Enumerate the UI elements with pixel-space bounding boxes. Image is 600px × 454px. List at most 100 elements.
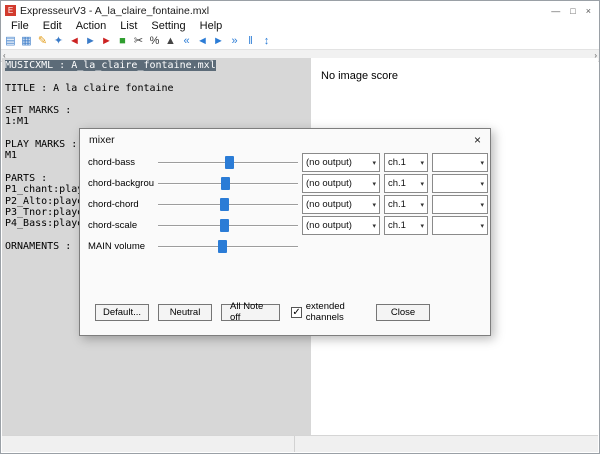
output-select[interactable]: (no output) ▾ <box>302 216 380 235</box>
chevron-down-icon: ▾ <box>480 180 484 188</box>
slider-thumb[interactable] <box>220 219 229 232</box>
pause-icon[interactable]: ‖ <box>244 34 257 49</box>
mixer-row: chord-chord (no output) ▾ch.1▾ ▾ <box>88 194 484 215</box>
output-select[interactable]: (no output) ▾ <box>302 153 380 172</box>
extra-select[interactable]: ▾ <box>432 195 488 214</box>
menu-item-list[interactable]: List <box>113 20 144 32</box>
output-select[interactable]: (no output) ▾ <box>302 195 380 214</box>
vertical-align-icon[interactable]: ↕ <box>260 34 273 49</box>
slider-thumb[interactable] <box>221 177 230 190</box>
toolbar: ▤▦✎✦◄►►■✂%▲«◄►»‖↕ <box>1 33 599 49</box>
mixer-row: chord-bass (no output) ▾ ch.1 ▾ ▾ <box>88 152 484 173</box>
menu-item-edit[interactable]: Edit <box>36 20 69 32</box>
slider-track[interactable] <box>158 246 298 248</box>
play-small-icon[interactable]: ► <box>84 34 97 49</box>
settings-icon[interactable]: ✦ <box>52 34 65 49</box>
chevron-down-icon: ▾ <box>480 222 484 230</box>
slider-thumb[interactable] <box>218 240 227 253</box>
chevron-down-icon: ▾ <box>420 222 424 230</box>
neutral-button[interactable]: Neutral <box>158 304 212 321</box>
channel-select[interactable]: ch.1▾ <box>384 195 428 214</box>
selected-line: MUSICXML : A_la_claire_fontaine.mxl <box>5 60 216 71</box>
channel-select[interactable]: ch.1▾ <box>384 216 428 235</box>
extended-channels-checkbox[interactable]: ✓ extended channels <box>291 301 376 323</box>
close-button[interactable]: × <box>586 6 591 16</box>
extra-select[interactable]: ▾ <box>432 174 488 193</box>
mixer-row-label: chord-bass <box>88 157 154 168</box>
checkbox-box[interactable]: ✓ <box>291 307 301 318</box>
default-button[interactable]: Default... <box>95 304 149 321</box>
menu-item-help[interactable]: Help <box>193 20 230 32</box>
slider-thumb[interactable] <box>225 156 234 169</box>
menu-item-setting[interactable]: Setting <box>144 20 192 32</box>
mixer-row-label: MAIN volume <box>88 241 154 252</box>
volume-slider[interactable] <box>158 218 298 233</box>
mixer-rows: chord-bass (no output) ▾ ch.1 ▾ ▾ chord-backgr… <box>80 150 490 257</box>
mixer-row-label: chord-background <box>88 178 154 189</box>
mixer-row-label: chord-scale <box>88 220 154 231</box>
menu-item-action[interactable]: Action <box>69 20 114 32</box>
output-select-value: (no output) <box>306 178 352 189</box>
chevron-down-icon: ▾ <box>372 180 376 188</box>
close-dialog-button[interactable]: Close <box>376 304 430 321</box>
no-image-score-label: No image score <box>321 70 398 82</box>
cut-icon[interactable]: ✂ <box>132 34 145 49</box>
volume-slider[interactable] <box>158 239 298 254</box>
chevron-down-icon: ▾ <box>372 159 376 167</box>
output-select-value: (no output) <box>306 157 352 168</box>
go-first-icon[interactable]: « <box>180 34 193 49</box>
text-line <box>5 71 311 82</box>
speaker-previous-icon[interactable]: ◄ <box>68 34 81 49</box>
title-bar: E ExpresseurV3 - A_la_claire_fontaine.mx… <box>1 1 599 18</box>
mixer-button-row: Default... Neutral All Note off ✓ extend… <box>95 301 475 323</box>
text-line: 1:M1 <box>5 116 311 127</box>
chevron-down-icon: ▾ <box>420 159 424 167</box>
channel-select-value: ch.1 <box>388 199 406 210</box>
minimize-button[interactable]: — <box>551 6 560 16</box>
status-cell-right <box>295 436 598 452</box>
all-note-off-button[interactable]: All Note off <box>221 304 280 321</box>
volume-slider[interactable] <box>158 197 298 212</box>
mixer-row: chord-scale(no output)▾ch.1▾▾ <box>88 215 484 236</box>
channel-select[interactable]: ch.1 ▾ <box>384 153 428 172</box>
output-select-value: (no output) <box>306 220 352 231</box>
go-last-icon[interactable]: » <box>228 34 241 49</box>
mixer-dialog: mixer × chord-bass(no output)▾ch.1▾▾chor… <box>79 128 491 336</box>
mixer-dialog-titlebar[interactable]: mixer × <box>80 129 490 150</box>
extra-select[interactable]: ▾ <box>432 216 488 235</box>
mixer-row: chord-background (no output) ▾ ch.1▾ ▾ <box>88 173 484 194</box>
chevron-down-icon: ▾ <box>372 222 376 230</box>
output-select[interactable]: (no output) ▾ <box>302 174 380 193</box>
mixer-dialog-title: mixer <box>89 134 115 146</box>
step-forward-icon[interactable]: ► <box>212 34 225 49</box>
edit-pencil-icon[interactable]: ✎ <box>36 34 49 49</box>
new-file-icon[interactable]: ▤ <box>4 34 17 49</box>
status-bar <box>2 435 598 452</box>
output-select-value: (no output) <box>306 199 352 210</box>
status-cell-left <box>2 436 295 452</box>
checkbox-label: extended channels <box>306 301 376 323</box>
window-title: ExpresseurV3 - A_la_claire_fontaine.mxl <box>20 5 209 17</box>
text-line: SET MARKS : <box>5 105 311 116</box>
percent-icon[interactable]: % <box>148 34 161 49</box>
slider-thumb[interactable] <box>220 198 229 211</box>
volume-slider[interactable] <box>158 176 298 191</box>
metronome-icon[interactable]: ▲ <box>164 34 177 49</box>
menu-item-file[interactable]: File <box>4 20 36 32</box>
volume-slider[interactable] <box>158 155 298 170</box>
maximize-button[interactable]: □ <box>570 6 575 16</box>
chevron-down-icon: ▾ <box>480 159 484 167</box>
extra-select[interactable]: ▾ <box>432 153 488 172</box>
chevron-down-icon: ▾ <box>372 201 376 209</box>
save-icon[interactable]: ▦ <box>20 34 33 49</box>
channel-select[interactable]: ch.1▾ <box>384 174 428 193</box>
dialog-close-icon[interactable]: × <box>474 133 481 147</box>
channel-select-value: ch.1 <box>388 157 406 168</box>
record-green-icon[interactable]: ■ <box>116 34 129 49</box>
mixer-row-label: chord-chord <box>88 199 154 210</box>
speaker-next-icon[interactable]: ► <box>100 34 113 49</box>
app-icon: E <box>5 5 16 16</box>
step-back-icon[interactable]: ◄ <box>196 34 209 49</box>
mixer-row: MAIN volume <box>88 236 484 257</box>
menu-bar: FileEditActionListSettingHelp <box>1 18 599 33</box>
